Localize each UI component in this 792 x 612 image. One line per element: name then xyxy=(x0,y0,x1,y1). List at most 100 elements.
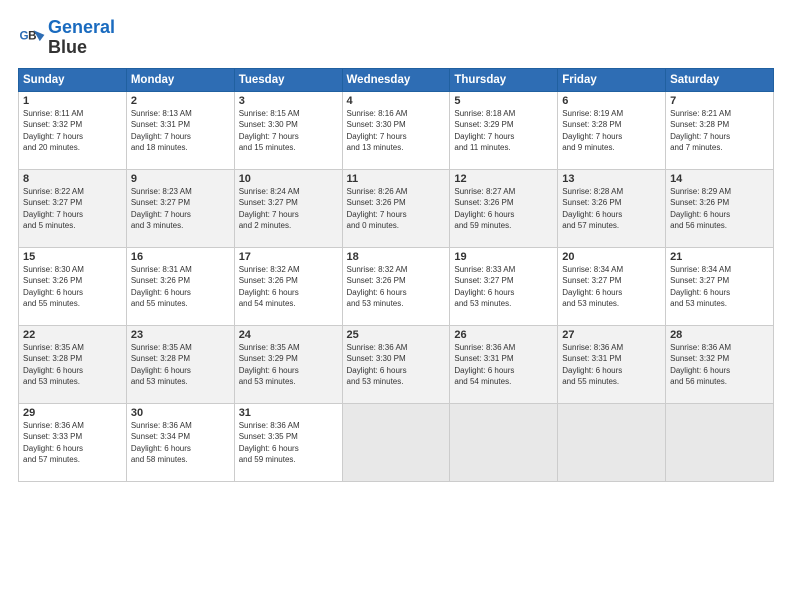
day-cell-7: 7Sunrise: 8:21 AMSunset: 3:28 PMDaylight… xyxy=(666,91,774,169)
day-cell-27: 27Sunrise: 8:36 AMSunset: 3:31 PMDayligh… xyxy=(558,325,666,403)
calendar-table: SundayMondayTuesdayWednesdayThursdayFrid… xyxy=(18,68,774,482)
day-cell-2: 2Sunrise: 8:13 AMSunset: 3:31 PMDaylight… xyxy=(126,91,234,169)
day-cell-5: 5Sunrise: 8:18 AMSunset: 3:29 PMDaylight… xyxy=(450,91,558,169)
day-info: Sunrise: 8:36 AMSunset: 3:31 PMDaylight:… xyxy=(454,342,553,388)
week-row-2: 8Sunrise: 8:22 AMSunset: 3:27 PMDaylight… xyxy=(19,169,774,247)
day-cell-13: 13Sunrise: 8:28 AMSunset: 3:26 PMDayligh… xyxy=(558,169,666,247)
day-number: 9 xyxy=(131,173,230,185)
calendar-header: SundayMondayTuesdayWednesdayThursdayFrid… xyxy=(19,68,774,91)
day-cell-3: 3Sunrise: 8:15 AMSunset: 3:30 PMDaylight… xyxy=(234,91,342,169)
week-row-5: 29Sunrise: 8:36 AMSunset: 3:33 PMDayligh… xyxy=(19,403,774,481)
calendar-page: G B General Blue SundayMondayTuesdayWedn… xyxy=(0,0,792,612)
day-number: 20 xyxy=(562,251,661,263)
day-info: Sunrise: 8:30 AMSunset: 3:26 PMDaylight:… xyxy=(23,264,122,310)
day-info: Sunrise: 8:21 AMSunset: 3:28 PMDaylight:… xyxy=(670,108,769,154)
week-row-3: 15Sunrise: 8:30 AMSunset: 3:26 PMDayligh… xyxy=(19,247,774,325)
day-cell-4: 4Sunrise: 8:16 AMSunset: 3:30 PMDaylight… xyxy=(342,91,450,169)
day-info: Sunrise: 8:28 AMSunset: 3:26 PMDaylight:… xyxy=(562,186,661,232)
day-info: Sunrise: 8:26 AMSunset: 3:26 PMDaylight:… xyxy=(347,186,446,232)
day-cell-8: 8Sunrise: 8:22 AMSunset: 3:27 PMDaylight… xyxy=(19,169,127,247)
day-info: Sunrise: 8:22 AMSunset: 3:27 PMDaylight:… xyxy=(23,186,122,232)
day-info: Sunrise: 8:31 AMSunset: 3:26 PMDaylight:… xyxy=(131,264,230,310)
day-info: Sunrise: 8:13 AMSunset: 3:31 PMDaylight:… xyxy=(131,108,230,154)
day-number: 22 xyxy=(23,329,122,341)
day-cell-19: 19Sunrise: 8:33 AMSunset: 3:27 PMDayligh… xyxy=(450,247,558,325)
day-info: Sunrise: 8:32 AMSunset: 3:26 PMDaylight:… xyxy=(347,264,446,310)
day-number: 30 xyxy=(131,407,230,419)
day-number: 23 xyxy=(131,329,230,341)
day-cell-22: 22Sunrise: 8:35 AMSunset: 3:28 PMDayligh… xyxy=(19,325,127,403)
day-number: 12 xyxy=(454,173,553,185)
day-number: 24 xyxy=(239,329,338,341)
col-header-friday: Friday xyxy=(558,68,666,91)
day-info: Sunrise: 8:16 AMSunset: 3:30 PMDaylight:… xyxy=(347,108,446,154)
day-cell-12: 12Sunrise: 8:27 AMSunset: 3:26 PMDayligh… xyxy=(450,169,558,247)
svg-text:G: G xyxy=(20,29,29,42)
day-info: Sunrise: 8:36 AMSunset: 3:31 PMDaylight:… xyxy=(562,342,661,388)
day-info: Sunrise: 8:36 AMSunset: 3:35 PMDaylight:… xyxy=(239,420,338,466)
day-cell-21: 21Sunrise: 8:34 AMSunset: 3:27 PMDayligh… xyxy=(666,247,774,325)
day-number: 7 xyxy=(670,95,769,107)
day-number: 10 xyxy=(239,173,338,185)
day-number: 19 xyxy=(454,251,553,263)
day-info: Sunrise: 8:19 AMSunset: 3:28 PMDaylight:… xyxy=(562,108,661,154)
day-number: 14 xyxy=(670,173,769,185)
day-info: Sunrise: 8:35 AMSunset: 3:29 PMDaylight:… xyxy=(239,342,338,388)
day-number: 26 xyxy=(454,329,553,341)
day-cell-31: 31Sunrise: 8:36 AMSunset: 3:35 PMDayligh… xyxy=(234,403,342,481)
day-number: 6 xyxy=(562,95,661,107)
logo: G B General Blue xyxy=(18,18,115,58)
day-number: 25 xyxy=(347,329,446,341)
logo-text: General Blue xyxy=(48,18,115,58)
day-cell-10: 10Sunrise: 8:24 AMSunset: 3:27 PMDayligh… xyxy=(234,169,342,247)
day-info: Sunrise: 8:36 AMSunset: 3:30 PMDaylight:… xyxy=(347,342,446,388)
day-cell-15: 15Sunrise: 8:30 AMSunset: 3:26 PMDayligh… xyxy=(19,247,127,325)
calendar-body: 1Sunrise: 8:11 AMSunset: 3:32 PMDaylight… xyxy=(19,91,774,481)
day-cell-11: 11Sunrise: 8:26 AMSunset: 3:26 PMDayligh… xyxy=(342,169,450,247)
day-number: 31 xyxy=(239,407,338,419)
day-info: Sunrise: 8:24 AMSunset: 3:27 PMDaylight:… xyxy=(239,186,338,232)
day-cell-6: 6Sunrise: 8:19 AMSunset: 3:28 PMDaylight… xyxy=(558,91,666,169)
day-cell-17: 17Sunrise: 8:32 AMSunset: 3:26 PMDayligh… xyxy=(234,247,342,325)
col-header-monday: Monday xyxy=(126,68,234,91)
day-cell-1: 1Sunrise: 8:11 AMSunset: 3:32 PMDaylight… xyxy=(19,91,127,169)
day-cell-20: 20Sunrise: 8:34 AMSunset: 3:27 PMDayligh… xyxy=(558,247,666,325)
day-cell-24: 24Sunrise: 8:35 AMSunset: 3:29 PMDayligh… xyxy=(234,325,342,403)
day-cell-18: 18Sunrise: 8:32 AMSunset: 3:26 PMDayligh… xyxy=(342,247,450,325)
day-info: Sunrise: 8:33 AMSunset: 3:27 PMDaylight:… xyxy=(454,264,553,310)
col-header-saturday: Saturday xyxy=(666,68,774,91)
day-number: 18 xyxy=(347,251,446,263)
day-cell-23: 23Sunrise: 8:35 AMSunset: 3:28 PMDayligh… xyxy=(126,325,234,403)
empty-cell xyxy=(558,403,666,481)
day-number: 5 xyxy=(454,95,553,107)
day-info: Sunrise: 8:34 AMSunset: 3:27 PMDaylight:… xyxy=(670,264,769,310)
day-info: Sunrise: 8:27 AMSunset: 3:26 PMDaylight:… xyxy=(454,186,553,232)
day-info: Sunrise: 8:36 AMSunset: 3:33 PMDaylight:… xyxy=(23,420,122,466)
day-cell-30: 30Sunrise: 8:36 AMSunset: 3:34 PMDayligh… xyxy=(126,403,234,481)
day-number: 27 xyxy=(562,329,661,341)
col-header-tuesday: Tuesday xyxy=(234,68,342,91)
day-info: Sunrise: 8:36 AMSunset: 3:32 PMDaylight:… xyxy=(670,342,769,388)
day-number: 8 xyxy=(23,173,122,185)
day-info: Sunrise: 8:34 AMSunset: 3:27 PMDaylight:… xyxy=(562,264,661,310)
day-cell-16: 16Sunrise: 8:31 AMSunset: 3:26 PMDayligh… xyxy=(126,247,234,325)
col-header-sunday: Sunday xyxy=(19,68,127,91)
day-number: 29 xyxy=(23,407,122,419)
day-number: 16 xyxy=(131,251,230,263)
day-info: Sunrise: 8:11 AMSunset: 3:32 PMDaylight:… xyxy=(23,108,122,154)
header-row: SundayMondayTuesdayWednesdayThursdayFrid… xyxy=(19,68,774,91)
day-info: Sunrise: 8:36 AMSunset: 3:34 PMDaylight:… xyxy=(131,420,230,466)
day-cell-29: 29Sunrise: 8:36 AMSunset: 3:33 PMDayligh… xyxy=(19,403,127,481)
day-cell-9: 9Sunrise: 8:23 AMSunset: 3:27 PMDaylight… xyxy=(126,169,234,247)
day-cell-14: 14Sunrise: 8:29 AMSunset: 3:26 PMDayligh… xyxy=(666,169,774,247)
col-header-thursday: Thursday xyxy=(450,68,558,91)
day-number: 1 xyxy=(23,95,122,107)
day-number: 28 xyxy=(670,329,769,341)
day-info: Sunrise: 8:15 AMSunset: 3:30 PMDaylight:… xyxy=(239,108,338,154)
col-header-wednesday: Wednesday xyxy=(342,68,450,91)
empty-cell xyxy=(342,403,450,481)
week-row-4: 22 Sunrise: 8:35 AMSunset: 3:28 PMDayligh… xyxy=(19,325,774,403)
day-cell-28: 28Sunrise: 8:36 AMSunset: 3:32 PMDayligh… xyxy=(666,325,774,403)
day-info: Sunrise: 8:35 AMSunset: 3:28 PMDaylight:… xyxy=(131,342,230,388)
day-number: 11 xyxy=(347,173,446,185)
